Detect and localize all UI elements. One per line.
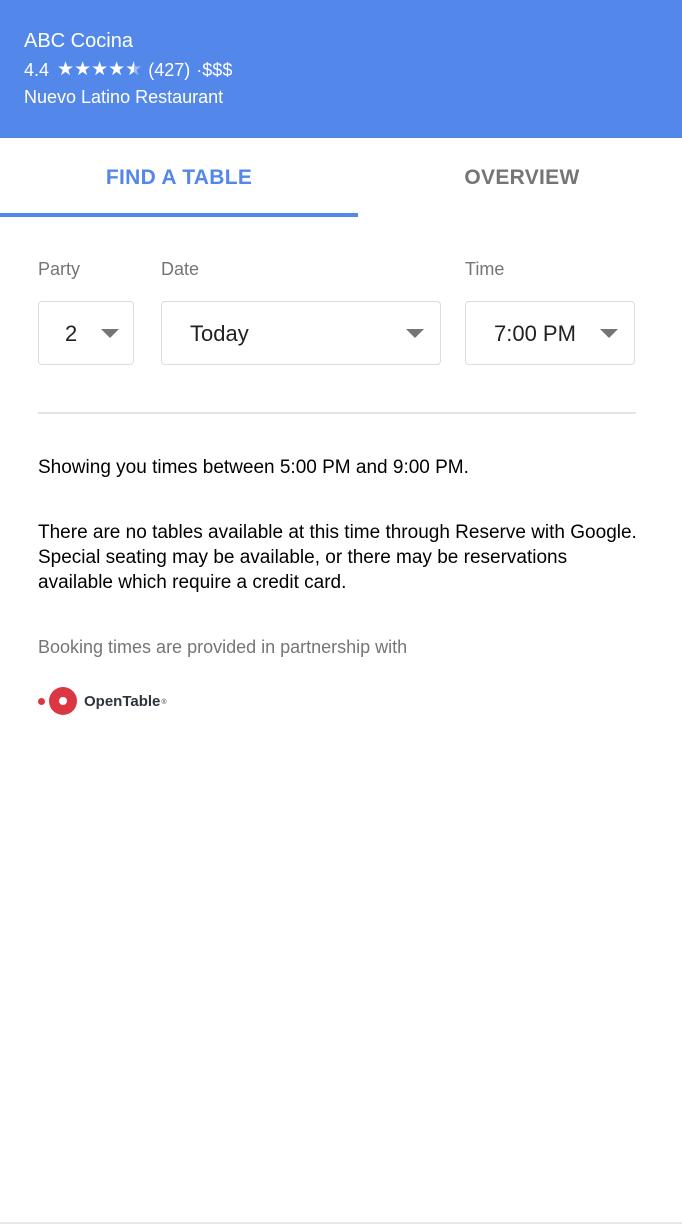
divider	[38, 412, 636, 414]
tab-overview[interactable]: OVERVIEW	[362, 138, 682, 218]
restaurant-name: ABC Cocina	[24, 30, 133, 52]
review-count: (427)	[148, 60, 191, 80]
price-level: ·$$$	[196, 60, 233, 80]
chevron-down-icon	[101, 329, 119, 338]
party-value: 2	[65, 321, 78, 346]
availability-message: There are no tables available at this ti…	[38, 522, 637, 593]
opentable-logo-icon	[38, 697, 45, 705]
time-label: Time	[465, 259, 505, 279]
time-select[interactable]: 7:00 PM	[465, 301, 635, 365]
tab-bar: FIND A TABLE OVERVIEW	[0, 138, 682, 218]
star-icon: ★	[91, 59, 109, 80]
tab-find-a-table[interactable]: FIND A TABLE	[0, 138, 358, 218]
rating-line: 4.4 ★ ★ ★ ★ ★ (427) ·$$$	[24, 57, 232, 83]
date-value: Today	[190, 321, 249, 346]
restaurant-category: Nuevo Latino Restaurant	[24, 87, 224, 107]
chevron-down-icon	[406, 329, 424, 338]
reservation-panel: ABC Cocina 4.4 ★ ★ ★ ★ ★ (427) ·$$$ Nuev…	[0, 0, 682, 1224]
party-select[interactable]: 2	[38, 301, 134, 365]
opentable-logo-text: OpenTable	[84, 692, 161, 710]
half-star-icon: ★	[125, 57, 142, 83]
opentable-logo[interactable]: OpenTable ®	[38, 686, 167, 716]
rating-value: 4.4	[24, 60, 50, 80]
opentable-logo-icon	[49, 687, 77, 715]
time-range-message: Showing you times between 5:00 PM and 9:…	[38, 457, 469, 478]
date-select[interactable]: Today	[161, 301, 441, 365]
restaurant-header: ABC Cocina 4.4 ★ ★ ★ ★ ★ (427) ·$$$ Nuev…	[0, 0, 682, 138]
time-value: 7:00 PM	[494, 321, 576, 346]
star-icon: ★	[108, 59, 126, 80]
rating-stars: ★ ★ ★ ★ ★	[57, 57, 142, 83]
chevron-down-icon	[600, 329, 618, 338]
registered-mark: ®	[161, 699, 167, 706]
active-tab-indicator	[0, 213, 358, 217]
star-icon: ★	[74, 59, 92, 80]
star-icon: ★	[57, 59, 75, 80]
date-label: Date	[161, 259, 200, 279]
partner-text: Booking times are provided in partnershi…	[38, 637, 408, 657]
party-label: Party	[38, 259, 81, 279]
